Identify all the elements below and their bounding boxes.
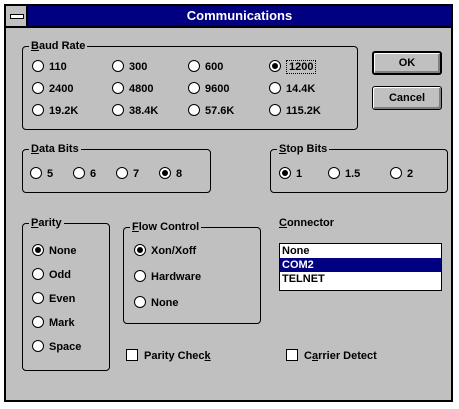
- ok-button[interactable]: OK: [372, 51, 442, 75]
- parity-even-radio[interactable]: Even: [32, 291, 75, 307]
- baud-9600-radio[interactable]: 9600: [188, 81, 229, 97]
- flow-hardware-radio[interactable]: Hardware: [134, 269, 201, 285]
- parity-label: Parity: [29, 216, 64, 230]
- data-bits-7-radio[interactable]: 7: [116, 166, 139, 182]
- connector-label: Connector: [279, 217, 335, 229]
- connector-item-telnet[interactable]: TELNET: [280, 272, 441, 286]
- parity-check-checkbox[interactable]: Parity Check: [126, 348, 211, 364]
- communications-dialog: Communications Baud Rate 110 300 600 120…: [4, 4, 453, 402]
- stop-bits-label: Stop Bits: [277, 142, 330, 156]
- parity-mark-radio[interactable]: Mark: [32, 315, 75, 331]
- baud-4800-radio[interactable]: 4800: [112, 81, 153, 97]
- data-bits-label: Data Bits: [29, 142, 81, 156]
- cancel-button[interactable]: Cancel: [372, 86, 442, 110]
- data-bits-5-radio[interactable]: 5: [30, 166, 53, 182]
- baud-19-2k-radio[interactable]: 19.2K: [32, 103, 78, 119]
- baud-57-6k-radio[interactable]: 57.6K: [188, 103, 234, 119]
- parity-space-radio[interactable]: Space: [32, 339, 81, 355]
- parity-none-radio[interactable]: None: [32, 243, 77, 259]
- baud-600-radio[interactable]: 600: [188, 59, 223, 75]
- carrier-detect-checkbox[interactable]: Carrier Detect: [286, 348, 377, 364]
- connector-item-com2[interactable]: COM2: [280, 258, 441, 272]
- baud-1200-radio[interactable]: 1200: [269, 59, 317, 75]
- baud-115-2k-radio[interactable]: 115.2K: [269, 103, 321, 119]
- connector-item-none[interactable]: None: [280, 244, 441, 258]
- baud-110-radio[interactable]: 110: [32, 59, 67, 75]
- data-bits-6-radio[interactable]: 6: [73, 166, 96, 182]
- stop-bits-1-radio[interactable]: 1: [279, 166, 302, 182]
- data-bits-8-radio[interactable]: 8: [159, 166, 182, 182]
- baud-300-radio[interactable]: 300: [112, 59, 147, 75]
- baud-14-4k-radio[interactable]: 14.4K: [269, 81, 315, 97]
- flow-xon-xoff-radio[interactable]: Xon/Xoff: [134, 243, 196, 259]
- connector-listbox[interactable]: None COM2 TELNET: [279, 243, 442, 291]
- flow-none-radio[interactable]: None: [134, 295, 179, 311]
- stop-bits-1-5-radio[interactable]: 1.5: [328, 166, 360, 182]
- system-menu-icon[interactable]: [6, 6, 28, 26]
- title-bar: Communications: [6, 6, 451, 28]
- flow-control-label: Flow Control: [130, 220, 202, 234]
- parity-odd-radio[interactable]: Odd: [32, 267, 71, 283]
- baud-2400-radio[interactable]: 2400: [32, 81, 73, 97]
- baud-38-4k-radio[interactable]: 38.4K: [112, 103, 158, 119]
- baud-rate-label: Baud Rate: [29, 39, 88, 53]
- window-title: Communications: [186, 8, 293, 23]
- stop-bits-2-radio[interactable]: 2: [390, 166, 413, 182]
